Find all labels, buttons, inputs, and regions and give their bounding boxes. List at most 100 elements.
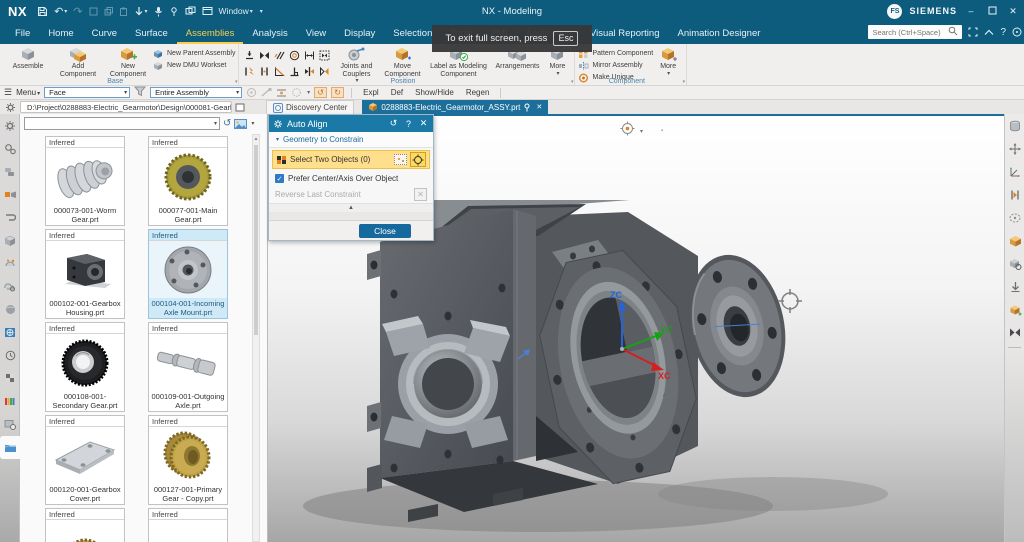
qat-customize-icon[interactable]: ▾ xyxy=(259,8,263,15)
selection-scope-filter[interactable]: Entire Assembly▾ xyxy=(150,87,242,98)
minimize-button[interactable]: – xyxy=(964,6,978,16)
close-button[interactable]: ✕ xyxy=(1006,6,1020,17)
component-dialog-launcher-icon[interactable]: ▾ xyxy=(683,79,686,85)
find-component-icon[interactable] xyxy=(1005,252,1024,275)
snap-point-icon[interactable] xyxy=(246,87,257,98)
collapsed-toolbar-dot-icon[interactable]: ▪ xyxy=(661,128,663,134)
part-search-icon[interactable] xyxy=(0,275,20,298)
tab-view[interactable]: View xyxy=(297,22,335,44)
redo-icon[interactable]: ↷ xyxy=(73,5,82,18)
window-layout-icon[interactable] xyxy=(202,6,213,16)
geometry-section-header[interactable]: ▾ Geometry to Constrain xyxy=(269,132,433,148)
minimize-ribbon-icon[interactable] xyxy=(984,29,994,36)
show-hide-link[interactable]: Show/Hide xyxy=(415,88,454,97)
command-search[interactable] xyxy=(868,25,962,39)
fullscreen-icon[interactable] xyxy=(968,27,978,37)
tab-active-part[interactable]: 0288883-Electric_Gearmotor_ASSY.prt ✕ xyxy=(362,100,548,114)
part-card-incoming-axle-mount[interactable]: Inferred 000104-001-Incoming Axle Mount.… xyxy=(148,229,228,319)
rotate-view-left-button[interactable]: ↺ xyxy=(314,87,327,98)
tab-file[interactable]: File xyxy=(6,22,39,44)
selection-type-filter[interactable]: Face▾ xyxy=(44,87,130,98)
align-stop-constraint-icon[interactable] xyxy=(302,64,316,79)
history-clock-icon[interactable] xyxy=(0,344,20,367)
part-card-secondary-gear[interactable]: Inferred 000108-001-Secondary Gear.prt xyxy=(45,322,125,412)
clamp-icon[interactable] xyxy=(0,206,20,229)
bond-constraint-icon[interactable] xyxy=(242,64,256,79)
select-two-objects-row[interactable]: Select Two Objects (0) xyxy=(272,150,430,169)
component-more-button[interactable]: More▾ xyxy=(653,45,683,77)
datum-csys-icon[interactable] xyxy=(1005,160,1024,183)
move-component-tool-icon[interactable] xyxy=(1005,137,1024,160)
tab-display[interactable]: Display xyxy=(335,22,384,44)
panel-settings-gear-icon[interactable] xyxy=(0,100,20,114)
pin-icon[interactable] xyxy=(523,103,531,112)
selection-filter-icon[interactable] xyxy=(134,86,146,99)
checkbox-checked-icon[interactable]: ✓ xyxy=(275,174,284,183)
menu-button[interactable]: Menu▾ xyxy=(16,88,40,97)
dialog-help-icon[interactable]: ? xyxy=(403,119,414,129)
thumbnail-view-icon[interactable] xyxy=(234,119,247,129)
part-card-partial-2[interactable]: Inferred xyxy=(148,508,228,542)
point-snap-target-icon[interactable] xyxy=(620,121,635,141)
position-dialog-launcher-icon[interactable]: ▾ xyxy=(571,79,574,85)
move-component-button[interactable]: Move Component xyxy=(379,45,425,78)
part-card-worm-gear[interactable]: Inferred 000073-001-Worm Gear.prt xyxy=(45,136,125,226)
tab-assemblies[interactable]: Assemblies xyxy=(177,22,244,44)
roles-gear-icon[interactable] xyxy=(0,114,20,137)
refresh-icon[interactable]: ↺ xyxy=(223,118,231,129)
distance-constraint-icon[interactable] xyxy=(302,48,316,63)
reuse-library-icon[interactable] xyxy=(0,252,20,275)
repeat-command-icon[interactable]: ▾ xyxy=(134,6,148,17)
tab-visual-reporting[interactable]: Visual Reporting xyxy=(581,22,669,44)
constraint-navigator-icon[interactable] xyxy=(0,183,20,206)
parallel-constraint-icon[interactable] xyxy=(272,48,286,63)
panel-scrollbar[interactable]: ▲ xyxy=(252,134,260,542)
dialog-close-icon[interactable]: ✕ xyxy=(418,118,429,129)
hamburger-icon[interactable]: ☰ xyxy=(4,87,12,98)
assembly-constraint-icon[interactable] xyxy=(1005,183,1024,206)
part-box-icon[interactable] xyxy=(0,229,20,252)
panel-filter-combo[interactable]: ▾ xyxy=(24,117,220,130)
snap-caret-icon[interactable]: ▾ xyxy=(640,128,643,135)
copy-icon[interactable] xyxy=(104,7,113,16)
mirror-assembly-button[interactable]: Mirror Assembly xyxy=(578,60,653,71)
tab-surface[interactable]: Surface xyxy=(126,22,177,44)
concentric-constraint-icon[interactable] xyxy=(287,48,301,63)
process-flag-icon[interactable] xyxy=(0,367,20,390)
part-card-primary-gear[interactable]: Inferred 000127-001-Primary Gear - Copy.… xyxy=(148,415,228,505)
perpendicular-constraint-icon[interactable] xyxy=(287,64,301,79)
rotate-view-right-button[interactable]: ↻ xyxy=(331,87,344,98)
align-lock-constraint-icon[interactable] xyxy=(257,48,271,63)
search-input[interactable] xyxy=(872,28,948,37)
undo-icon[interactable]: ↶▾ xyxy=(54,5,67,18)
window-menu[interactable]: Window▾ xyxy=(219,6,253,16)
tab-animation-designer[interactable]: Animation Designer xyxy=(668,22,769,44)
image-history-icon[interactable] xyxy=(0,413,20,436)
save-icon[interactable] xyxy=(37,6,48,17)
new-parent-assembly-button[interactable]: New Parent Assembly xyxy=(153,48,235,59)
show-degrees-freedom-icon[interactable] xyxy=(1005,206,1024,229)
view-options-caret-icon[interactable]: ▾ xyxy=(251,120,254,127)
user-avatar[interactable]: FS xyxy=(887,4,902,19)
scroll-up-arrow-icon[interactable]: ▲ xyxy=(253,135,259,143)
center-constraint-icon[interactable] xyxy=(257,64,271,79)
add-component-button[interactable]: Add Component xyxy=(53,45,103,78)
help-icon[interactable]: ? xyxy=(1000,27,1006,38)
part-card-gearbox-housing[interactable]: Inferred 000102-001-Gearbox Housing.prt xyxy=(45,229,125,319)
point-dialog-button[interactable] xyxy=(394,154,407,165)
part-card-outgoing-axle[interactable]: Inferred 000109-001-Outgoing Axle.prt xyxy=(148,322,228,412)
part-card-partial-1[interactable]: Inferred xyxy=(45,508,125,542)
regen-link[interactable]: Regen xyxy=(466,88,490,97)
new-component-tool-icon[interactable] xyxy=(1005,298,1024,321)
folder-path-box[interactable]: D:\Project\0288883-Electric_Gearmotor\De… xyxy=(20,101,232,113)
sphere-icon[interactable] xyxy=(0,298,20,321)
part-card-main-gear[interactable]: Inferred 000077-001-Main Gear.prt xyxy=(148,136,228,226)
dialog-reset-icon[interactable]: ↺ xyxy=(388,118,399,129)
mate-constraint-icon[interactable] xyxy=(1005,321,1024,344)
voice-command-icon[interactable] xyxy=(154,6,163,17)
assemble-button[interactable]: Assemble xyxy=(3,45,53,71)
restore-button[interactable] xyxy=(985,6,999,17)
tab-curve[interactable]: Curve xyxy=(83,22,126,44)
fix-constraint-icon[interactable] xyxy=(317,48,331,63)
snap-options-caret-icon[interactable]: ▾ xyxy=(307,89,310,96)
